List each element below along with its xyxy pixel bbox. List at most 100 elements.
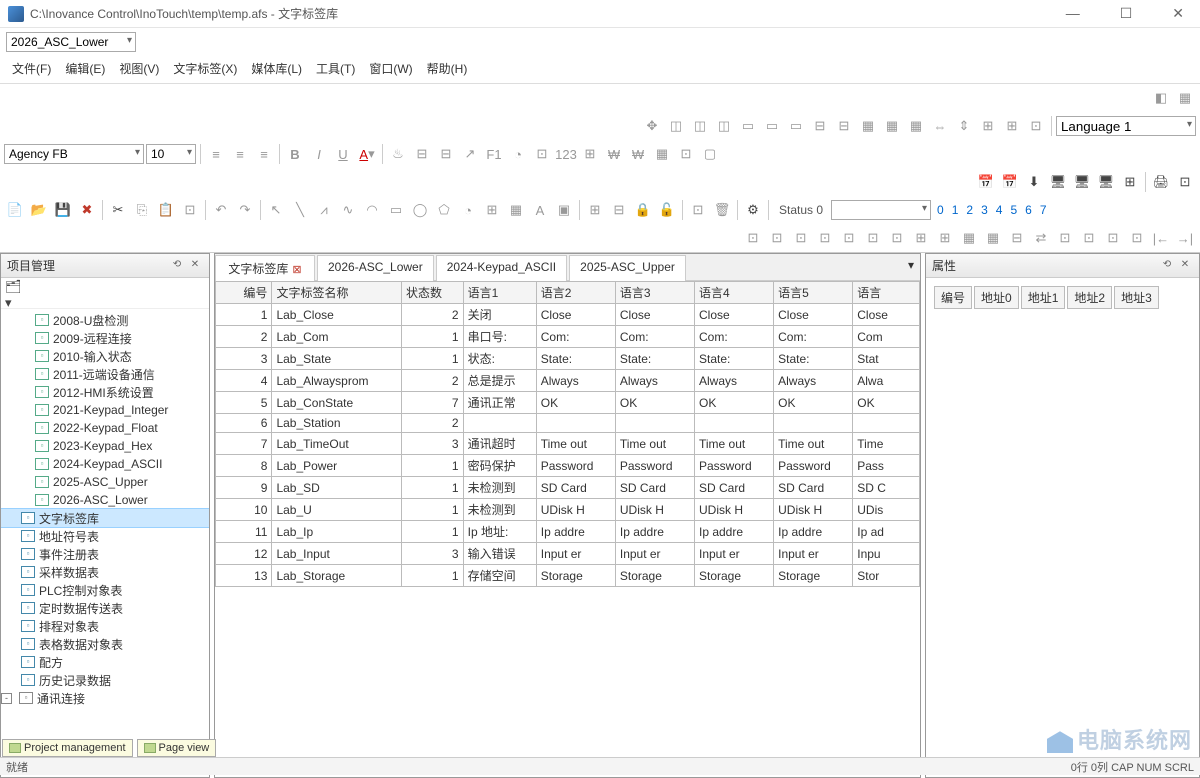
editor-tab[interactable]: 文字标签库⊠ [215,255,315,281]
project-tree[interactable]: ▫2008-U盘检测▫2009-远程连接▫2010-输入状态▫2011-远端设备… [1,309,209,777]
lock-icon[interactable]: 🔒 [632,199,654,221]
new-icon[interactable]: 📄 [4,199,26,221]
table-row[interactable]: 1Lab_Close2关闭CloseCloseCloseCloseClose [216,304,920,326]
table-row[interactable]: 7Lab_TimeOut3通讯超时Time outTime outTime ou… [216,433,920,455]
col-header[interactable]: 语言3 [615,282,694,304]
tool-icon[interactable]: ⊡ [531,143,553,165]
tree-item[interactable]: ▫2011-远端设备通信 [1,365,209,383]
table-row[interactable]: 6Lab_Station2 [216,414,920,433]
prop-col-header[interactable]: 地址3 [1114,286,1159,309]
panel-close-icon[interactable]: ✕ [187,259,203,273]
curve-icon[interactable]: ∿ [337,199,359,221]
tool-icon[interactable]: ♨ [387,143,409,165]
tool-icon[interactable]: ▢ [699,143,721,165]
image-icon[interactable]: ▣ [553,199,575,221]
col-header[interactable]: 状态数 [402,282,464,304]
align-icon[interactable]: ▭ [761,115,783,137]
calendar-icon[interactable]: 📅 [975,171,997,193]
prop-col-header[interactable]: 地址1 [1021,286,1066,309]
align-icon[interactable]: ◫ [713,115,735,137]
col-header[interactable]: 语言2 [536,282,615,304]
spacing-icon[interactable]: ⇕ [953,115,975,137]
align-left-icon[interactable]: ≡ [205,143,227,165]
align-right-icon[interactable]: ≡ [253,143,275,165]
tree-item[interactable]: ▫定时数据传送表 [1,599,209,617]
state-link[interactable]: 0 [933,201,948,219]
font-name-combo[interactable] [4,144,144,164]
polygon-icon[interactable]: ⬠ [433,199,455,221]
underline-icon[interactable]: U [332,143,354,165]
state-link[interactable]: 5 [1006,201,1021,219]
move-icon[interactable]: ✥ [641,115,663,137]
panel-close-icon[interactable]: ✕ [1177,259,1193,273]
obj-icon[interactable]: ⊡ [742,227,764,249]
polyline-icon[interactable]: ⩘ [313,199,335,221]
menu-item[interactable]: 窗口(W) [363,58,418,79]
ellipse-icon[interactable]: ◯ [409,199,431,221]
tool-icon[interactable]: ⊡ [179,199,201,221]
redo-icon[interactable]: ↷ [234,199,256,221]
table-row[interactable]: 5Lab_ConState7通讯正常OKOKOKOKOK [216,392,920,414]
col-header[interactable]: 语言4 [694,282,773,304]
obj-icon[interactable]: ⊡ [862,227,884,249]
obj-icon[interactable]: ⊡ [1054,227,1076,249]
tree-item[interactable]: ▫排程对象表 [1,617,209,635]
tree-item[interactable]: ▫采样数据表 [1,563,209,581]
obj-icon[interactable]: ⊡ [1126,227,1148,249]
tab-dropdown-icon[interactable]: ▾ [902,254,920,280]
state-link[interactable]: 1 [948,201,963,219]
tree-item[interactable]: ▫配方 [1,653,209,671]
calendar-icon[interactable]: 📅 [999,171,1021,193]
tool-icon[interactable]: F1 [483,143,505,165]
tool-icon[interactable]: ◔ [507,143,529,165]
tab-close-icon[interactable]: ⊠ [292,264,301,276]
table-row[interactable]: 8Lab_Power1密码保护PasswordPasswordPasswordP… [216,455,920,477]
align-icon[interactable]: ⊟ [809,115,831,137]
grid-icon[interactable]: ⊞ [977,115,999,137]
col-header[interactable]: 语言1 [463,282,536,304]
col-header[interactable]: 文字标签名称 [272,282,402,304]
menu-item[interactable]: 文字标签(X) [167,58,243,79]
undo-icon[interactable]: ↶ [210,199,232,221]
pie-icon[interactable]: ◔ [457,199,479,221]
tree-item[interactable]: ▫2010-输入状态 [1,347,209,365]
project-combo[interactable] [6,32,136,52]
font-color-icon[interactable]: A▾ [356,143,378,165]
tool-icon[interactable]: ₩ [603,143,625,165]
text-icon[interactable]: A [529,199,551,221]
tree-item[interactable]: ▫2024-Keypad_ASCII [1,455,209,473]
open-icon[interactable]: 📂 [28,199,50,221]
tool-icon[interactable]: ▦ [1174,87,1196,109]
obj-icon[interactable]: ⊡ [814,227,836,249]
grid-icon[interactable]: ⊞ [1001,115,1023,137]
obj-icon[interactable]: ⊡ [838,227,860,249]
tree-item[interactable]: ▫2009-远程连接 [1,329,209,347]
align-icon[interactable]: ◫ [665,115,687,137]
editor-tab[interactable]: 2025-ASC_Upper [569,255,686,281]
language-combo[interactable] [1056,116,1196,136]
tree-item[interactable]: ▫2022-Keypad_Float [1,419,209,437]
obj-icon[interactable]: ⊞ [934,227,956,249]
col-header[interactable]: 语言5 [774,282,853,304]
table-row[interactable]: 3Lab_State1状态:State:State:State:State:St… [216,348,920,370]
tree-item[interactable]: ▫历史记录数据 [1,671,209,689]
save-icon[interactable]: 💾 [52,199,74,221]
menu-item[interactable]: 帮助(H) [421,58,474,79]
tool-icon[interactable]: ↗ [459,143,481,165]
scale-icon[interactable]: ⊞ [481,199,503,221]
tree-item[interactable]: ▫2008-U盘检测 [1,311,209,329]
pin-icon[interactable]: ⟲ [169,259,185,273]
obj-icon[interactable]: ⇄ [1030,227,1052,249]
tree-item[interactable]: ▫表格数据对象表 [1,635,209,653]
table-row[interactable]: 13Lab_Storage1存储空间StorageStorageStorageS… [216,565,920,587]
tool-icon[interactable]: ⊟ [411,143,433,165]
table-row[interactable]: 12Lab_Input3输入错误Input erInput erInput er… [216,543,920,565]
menu-item[interactable]: 文件(F) [6,58,57,79]
font-size-combo[interactable] [146,144,196,164]
rect-icon[interactable]: ▭ [385,199,407,221]
download-icon[interactable]: ⬇ [1023,171,1045,193]
editor-tab[interactable]: 2024-Keypad_ASCII [436,255,567,281]
obj-icon[interactable]: ⊡ [1102,227,1124,249]
col-header[interactable]: 语言 [853,282,920,304]
view-tab[interactable]: Page view [137,739,217,757]
